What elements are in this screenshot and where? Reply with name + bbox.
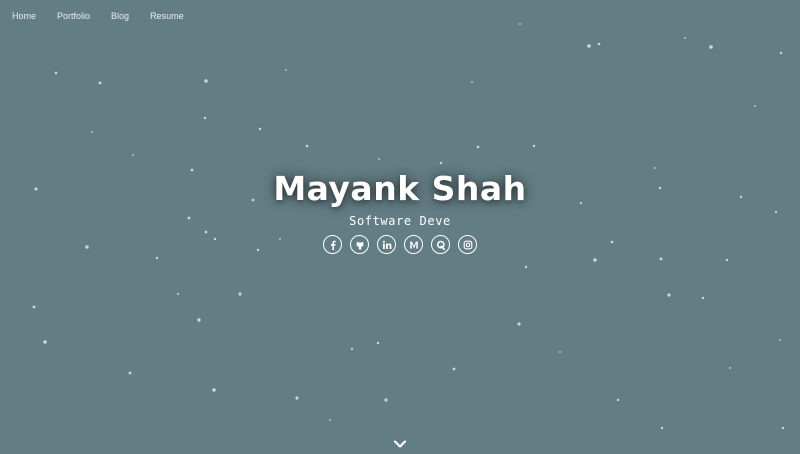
medium-icon bbox=[409, 241, 418, 249]
instagram-link[interactable] bbox=[458, 235, 477, 254]
scroll-down-button[interactable] bbox=[393, 436, 407, 454]
hero-name: Mayank Shah bbox=[273, 169, 527, 208]
hero-section: Mayank Shah Software Deve bbox=[0, 168, 800, 254]
facebook-link[interactable] bbox=[323, 235, 342, 254]
github-link[interactable] bbox=[350, 235, 369, 254]
quora-icon bbox=[436, 240, 445, 250]
linkedin-icon bbox=[382, 240, 391, 249]
nav-resume-link[interactable]: Resume bbox=[150, 9, 184, 23]
nav-home-link[interactable]: Home bbox=[12, 9, 36, 23]
social-links bbox=[0, 235, 800, 254]
instagram-icon bbox=[463, 240, 472, 249]
quora-link[interactable] bbox=[431, 235, 450, 254]
linkedin-link[interactable] bbox=[377, 235, 396, 254]
nav-portfolio-link[interactable]: Portfolio bbox=[57, 9, 90, 23]
top-nav: Home Portfolio Blog Resume bbox=[12, 9, 184, 23]
github-icon bbox=[356, 241, 363, 249]
hero-role: Software Deve bbox=[349, 214, 451, 228]
medium-link[interactable] bbox=[404, 235, 423, 254]
nav-blog-link[interactable]: Blog bbox=[111, 9, 129, 23]
facebook-icon bbox=[330, 240, 336, 250]
chevron-down-icon bbox=[393, 440, 407, 448]
